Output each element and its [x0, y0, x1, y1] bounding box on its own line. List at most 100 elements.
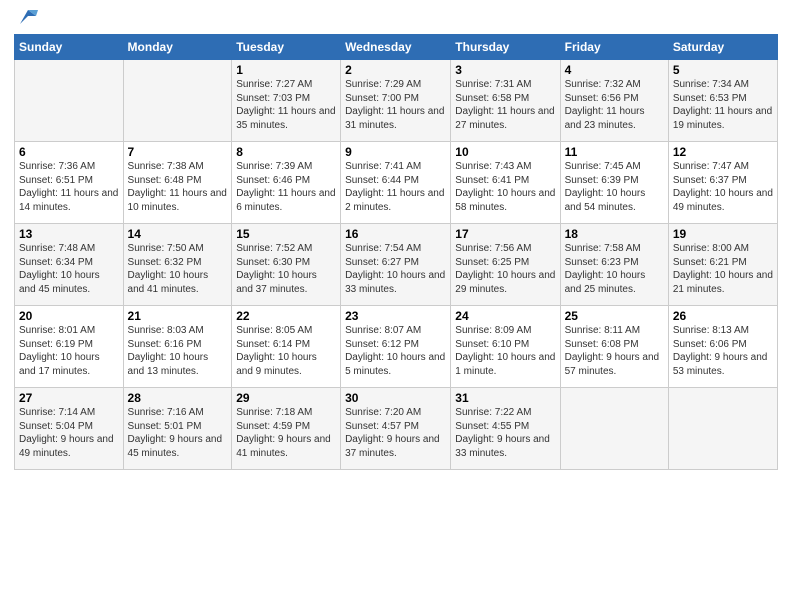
day-info: Sunrise: 7:41 AMSunset: 6:44 PMDaylight:…	[345, 160, 446, 214]
day-cell: 4Sunrise: 7:32 AMSunset: 6:56 PMDaylight…	[560, 60, 668, 142]
day-number: 7	[128, 145, 228, 159]
day-number: 20	[19, 309, 119, 323]
calendar-table: SundayMondayTuesdayWednesdayThursdayFrid…	[14, 34, 778, 470]
day-info: Sunrise: 7:52 AMSunset: 6:30 PMDaylight:…	[236, 242, 336, 296]
header	[14, 10, 778, 28]
logo	[14, 14, 38, 28]
day-cell: 24Sunrise: 8:09 AMSunset: 6:10 PMDayligh…	[451, 306, 560, 388]
day-info: Sunrise: 7:27 AMSunset: 7:03 PMDaylight:…	[236, 78, 336, 132]
day-info: Sunrise: 8:11 AMSunset: 6:08 PMDaylight:…	[565, 324, 664, 378]
day-number: 26	[673, 309, 773, 323]
col-header-thursday: Thursday	[451, 35, 560, 60]
day-cell: 2Sunrise: 7:29 AMSunset: 7:00 PMDaylight…	[341, 60, 451, 142]
day-number: 31	[455, 391, 555, 405]
day-cell: 11Sunrise: 7:45 AMSunset: 6:39 PMDayligh…	[560, 142, 668, 224]
day-info: Sunrise: 7:47 AMSunset: 6:37 PMDaylight:…	[673, 160, 773, 214]
day-cell: 21Sunrise: 8:03 AMSunset: 6:16 PMDayligh…	[123, 306, 232, 388]
day-info: Sunrise: 7:56 AMSunset: 6:25 PMDaylight:…	[455, 242, 555, 296]
day-cell: 9Sunrise: 7:41 AMSunset: 6:44 PMDaylight…	[341, 142, 451, 224]
day-info: Sunrise: 7:39 AMSunset: 6:46 PMDaylight:…	[236, 160, 336, 214]
day-cell: 20Sunrise: 8:01 AMSunset: 6:19 PMDayligh…	[15, 306, 124, 388]
day-number: 14	[128, 227, 228, 241]
day-number: 6	[19, 145, 119, 159]
day-cell: 17Sunrise: 7:56 AMSunset: 6:25 PMDayligh…	[451, 224, 560, 306]
day-number: 23	[345, 309, 446, 323]
day-info: Sunrise: 7:34 AMSunset: 6:53 PMDaylight:…	[673, 78, 773, 132]
day-cell: 13Sunrise: 7:48 AMSunset: 6:34 PMDayligh…	[15, 224, 124, 306]
day-number: 2	[345, 63, 446, 77]
logo-bird-icon	[16, 6, 38, 28]
day-cell: 5Sunrise: 7:34 AMSunset: 6:53 PMDaylight…	[668, 60, 777, 142]
day-cell: 19Sunrise: 8:00 AMSunset: 6:21 PMDayligh…	[668, 224, 777, 306]
day-info: Sunrise: 7:54 AMSunset: 6:27 PMDaylight:…	[345, 242, 446, 296]
day-number: 10	[455, 145, 555, 159]
day-info: Sunrise: 7:32 AMSunset: 6:56 PMDaylight:…	[565, 78, 664, 132]
day-cell: 27Sunrise: 7:14 AMSunset: 5:04 PMDayligh…	[15, 388, 124, 470]
day-cell	[560, 388, 668, 470]
day-info: Sunrise: 7:36 AMSunset: 6:51 PMDaylight:…	[19, 160, 119, 214]
day-number: 18	[565, 227, 664, 241]
day-cell: 6Sunrise: 7:36 AMSunset: 6:51 PMDaylight…	[15, 142, 124, 224]
day-number: 13	[19, 227, 119, 241]
day-cell: 29Sunrise: 7:18 AMSunset: 4:59 PMDayligh…	[232, 388, 341, 470]
day-cell	[668, 388, 777, 470]
day-cell: 30Sunrise: 7:20 AMSunset: 4:57 PMDayligh…	[341, 388, 451, 470]
day-cell: 3Sunrise: 7:31 AMSunset: 6:58 PMDaylight…	[451, 60, 560, 142]
col-header-sunday: Sunday	[15, 35, 124, 60]
week-row-5: 27Sunrise: 7:14 AMSunset: 5:04 PMDayligh…	[15, 388, 778, 470]
day-cell	[123, 60, 232, 142]
day-number: 5	[673, 63, 773, 77]
day-info: Sunrise: 7:16 AMSunset: 5:01 PMDaylight:…	[128, 406, 228, 460]
day-cell: 31Sunrise: 7:22 AMSunset: 4:55 PMDayligh…	[451, 388, 560, 470]
day-cell: 15Sunrise: 7:52 AMSunset: 6:30 PMDayligh…	[232, 224, 341, 306]
day-cell: 28Sunrise: 7:16 AMSunset: 5:01 PMDayligh…	[123, 388, 232, 470]
week-row-4: 20Sunrise: 8:01 AMSunset: 6:19 PMDayligh…	[15, 306, 778, 388]
day-number: 12	[673, 145, 773, 159]
day-number: 28	[128, 391, 228, 405]
day-info: Sunrise: 8:01 AMSunset: 6:19 PMDaylight:…	[19, 324, 119, 378]
week-row-1: 1Sunrise: 7:27 AMSunset: 7:03 PMDaylight…	[15, 60, 778, 142]
day-cell: 8Sunrise: 7:39 AMSunset: 6:46 PMDaylight…	[232, 142, 341, 224]
day-info: Sunrise: 7:45 AMSunset: 6:39 PMDaylight:…	[565, 160, 664, 214]
day-info: Sunrise: 7:20 AMSunset: 4:57 PMDaylight:…	[345, 406, 446, 460]
day-info: Sunrise: 7:58 AMSunset: 6:23 PMDaylight:…	[565, 242, 664, 296]
day-info: Sunrise: 7:18 AMSunset: 4:59 PMDaylight:…	[236, 406, 336, 460]
day-cell: 14Sunrise: 7:50 AMSunset: 6:32 PMDayligh…	[123, 224, 232, 306]
day-info: Sunrise: 8:03 AMSunset: 6:16 PMDaylight:…	[128, 324, 228, 378]
day-info: Sunrise: 7:31 AMSunset: 6:58 PMDaylight:…	[455, 78, 555, 132]
day-number: 22	[236, 309, 336, 323]
day-number: 21	[128, 309, 228, 323]
day-info: Sunrise: 7:14 AMSunset: 5:04 PMDaylight:…	[19, 406, 119, 460]
day-number: 15	[236, 227, 336, 241]
day-number: 9	[345, 145, 446, 159]
week-row-3: 13Sunrise: 7:48 AMSunset: 6:34 PMDayligh…	[15, 224, 778, 306]
day-number: 27	[19, 391, 119, 405]
day-info: Sunrise: 7:50 AMSunset: 6:32 PMDaylight:…	[128, 242, 228, 296]
col-header-wednesday: Wednesday	[341, 35, 451, 60]
day-info: Sunrise: 7:29 AMSunset: 7:00 PMDaylight:…	[345, 78, 446, 132]
day-cell: 25Sunrise: 8:11 AMSunset: 6:08 PMDayligh…	[560, 306, 668, 388]
day-number: 1	[236, 63, 336, 77]
day-cell	[15, 60, 124, 142]
col-header-saturday: Saturday	[668, 35, 777, 60]
day-number: 16	[345, 227, 446, 241]
day-info: Sunrise: 8:00 AMSunset: 6:21 PMDaylight:…	[673, 242, 773, 296]
day-cell: 26Sunrise: 8:13 AMSunset: 6:06 PMDayligh…	[668, 306, 777, 388]
col-header-tuesday: Tuesday	[232, 35, 341, 60]
day-number: 8	[236, 145, 336, 159]
day-cell: 16Sunrise: 7:54 AMSunset: 6:27 PMDayligh…	[341, 224, 451, 306]
col-header-friday: Friday	[560, 35, 668, 60]
day-number: 25	[565, 309, 664, 323]
day-cell: 7Sunrise: 7:38 AMSunset: 6:48 PMDaylight…	[123, 142, 232, 224]
day-info: Sunrise: 7:38 AMSunset: 6:48 PMDaylight:…	[128, 160, 228, 214]
day-cell: 12Sunrise: 7:47 AMSunset: 6:37 PMDayligh…	[668, 142, 777, 224]
day-info: Sunrise: 8:09 AMSunset: 6:10 PMDaylight:…	[455, 324, 555, 378]
calendar-container: SundayMondayTuesdayWednesdayThursdayFrid…	[0, 0, 792, 480]
day-number: 30	[345, 391, 446, 405]
day-cell: 10Sunrise: 7:43 AMSunset: 6:41 PMDayligh…	[451, 142, 560, 224]
day-info: Sunrise: 8:13 AMSunset: 6:06 PMDaylight:…	[673, 324, 773, 378]
day-info: Sunrise: 8:07 AMSunset: 6:12 PMDaylight:…	[345, 324, 446, 378]
day-info: Sunrise: 7:48 AMSunset: 6:34 PMDaylight:…	[19, 242, 119, 296]
day-info: Sunrise: 7:43 AMSunset: 6:41 PMDaylight:…	[455, 160, 555, 214]
day-number: 11	[565, 145, 664, 159]
